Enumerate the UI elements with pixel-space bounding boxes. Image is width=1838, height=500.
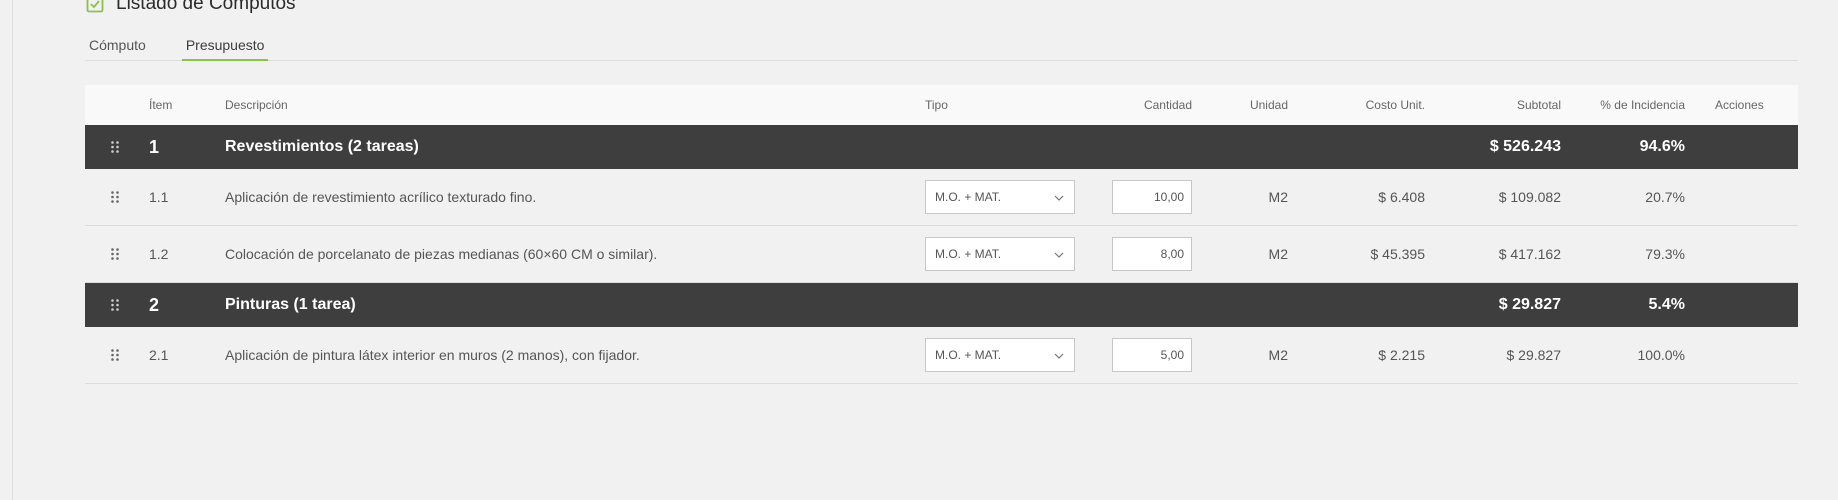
group-subtotal: $ 526.243 bbox=[1489, 138, 1561, 155]
group-incidencia: 94.6% bbox=[1639, 138, 1685, 155]
cantidad-cell bbox=[1085, 327, 1192, 383]
task-item-number: 1.2 bbox=[149, 246, 169, 262]
tipo-select-value: M.O. + MAT. bbox=[935, 348, 1002, 362]
tipo-select[interactable]: M.O. + MAT. bbox=[925, 338, 1075, 372]
column-header-costo: Costo Unit. bbox=[1365, 98, 1425, 112]
tipo-cell: M.O. + MAT. bbox=[925, 169, 1075, 225]
task-row: 2.1 Aplicación de pintura látex interior… bbox=[85, 327, 1798, 384]
group-item-number: 2 bbox=[149, 294, 160, 315]
drag-handle-icon[interactable] bbox=[85, 283, 145, 327]
column-header-item: Ítem bbox=[149, 98, 173, 112]
task-incidencia: 100.0% bbox=[1637, 347, 1685, 363]
task-description: Aplicación de pintura látex interior en … bbox=[225, 347, 640, 363]
task-subtotal: $ 417.162 bbox=[1498, 246, 1561, 262]
group-incidencia: 5.4% bbox=[1648, 296, 1685, 313]
tab-presupuesto[interactable]: Presupuesto bbox=[181, 32, 269, 61]
task-unidad: M2 bbox=[1268, 189, 1288, 205]
task-costo: $ 45.395 bbox=[1370, 246, 1426, 262]
checkbox-icon bbox=[86, 0, 104, 13]
group-row: 2 Pinturas (1 tarea) $ 29.827 5.4% bbox=[85, 283, 1798, 327]
task-description: Colocación de porcelanato de piezas medi… bbox=[225, 246, 658, 262]
cantidad-cell bbox=[1085, 169, 1192, 225]
tipo-select-value: M.O. + MAT. bbox=[935, 190, 1002, 204]
left-rail bbox=[0, 0, 13, 500]
task-subtotal: $ 109.082 bbox=[1498, 189, 1561, 205]
task-costo: $ 2.215 bbox=[1378, 347, 1425, 363]
tab-bar: Cómputo Presupuesto bbox=[85, 32, 1798, 61]
task-unidad: M2 bbox=[1268, 246, 1288, 262]
task-item-number: 1.1 bbox=[149, 189, 169, 205]
drag-handle-icon[interactable] bbox=[85, 169, 145, 225]
cantidad-input[interactable] bbox=[1112, 338, 1192, 372]
task-row: 1.1 Aplicación de revestimiento acrílico… bbox=[85, 169, 1798, 226]
chevron-down-icon bbox=[1054, 247, 1064, 261]
group-name: Pinturas (1 tarea) bbox=[225, 296, 356, 313]
group-name: Revestimientos (2 tareas) bbox=[225, 138, 419, 155]
column-header-incidencia: % de Incidencia bbox=[1600, 98, 1685, 112]
task-description: Aplicación de revestimiento acrílico tex… bbox=[225, 189, 537, 205]
chevron-down-icon bbox=[1054, 190, 1064, 204]
tipo-cell: M.O. + MAT. bbox=[925, 226, 1075, 282]
budget-table: Ítem Descripción Tipo Cantidad Unidad Co… bbox=[85, 85, 1798, 384]
task-subtotal: $ 29.827 bbox=[1506, 347, 1562, 363]
task-costo: $ 6.408 bbox=[1378, 189, 1425, 205]
column-header-descripcion: Descripción bbox=[225, 98, 288, 112]
column-header-acciones: Acciones bbox=[1715, 98, 1764, 112]
column-header-unidad: Unidad bbox=[1249, 98, 1288, 112]
column-header-subtotal: Subtotal bbox=[1516, 98, 1561, 112]
tab-computo[interactable]: Cómputo bbox=[85, 32, 150, 61]
tipo-select[interactable]: M.O. + MAT. bbox=[925, 180, 1075, 214]
task-incidencia: 20.7% bbox=[1645, 189, 1685, 205]
column-header-tipo: Tipo bbox=[925, 98, 948, 112]
cantidad-input[interactable] bbox=[1112, 180, 1192, 214]
cantidad-cell bbox=[1085, 226, 1192, 282]
drag-handle-icon[interactable] bbox=[85, 226, 145, 282]
tipo-select-value: M.O. + MAT. bbox=[935, 247, 1002, 261]
group-row: 1 Revestimientos (2 tareas) $ 526.243 94… bbox=[85, 125, 1798, 169]
tipo-cell: M.O. + MAT. bbox=[925, 327, 1075, 383]
task-row: 1.2 Colocación de porcelanato de piezas … bbox=[85, 226, 1798, 283]
group-item-number: 1 bbox=[149, 136, 160, 157]
page-header: Listado de Computos bbox=[86, 0, 296, 16]
task-item-number: 2.1 bbox=[149, 347, 169, 363]
group-subtotal: $ 29.827 bbox=[1498, 296, 1561, 313]
table-header: Ítem Descripción Tipo Cantidad Unidad Co… bbox=[85, 85, 1798, 125]
drag-handle-icon[interactable] bbox=[85, 327, 145, 383]
page-title: Listado de Computos bbox=[116, 0, 296, 14]
drag-handle-icon[interactable] bbox=[85, 125, 145, 169]
tipo-select[interactable]: M.O. + MAT. bbox=[925, 237, 1075, 271]
cantidad-input[interactable] bbox=[1112, 237, 1192, 271]
task-incidencia: 79.3% bbox=[1645, 246, 1685, 262]
column-header-cantidad: Cantidad bbox=[1143, 98, 1192, 112]
task-unidad: M2 bbox=[1268, 347, 1288, 363]
chevron-down-icon bbox=[1054, 348, 1064, 362]
